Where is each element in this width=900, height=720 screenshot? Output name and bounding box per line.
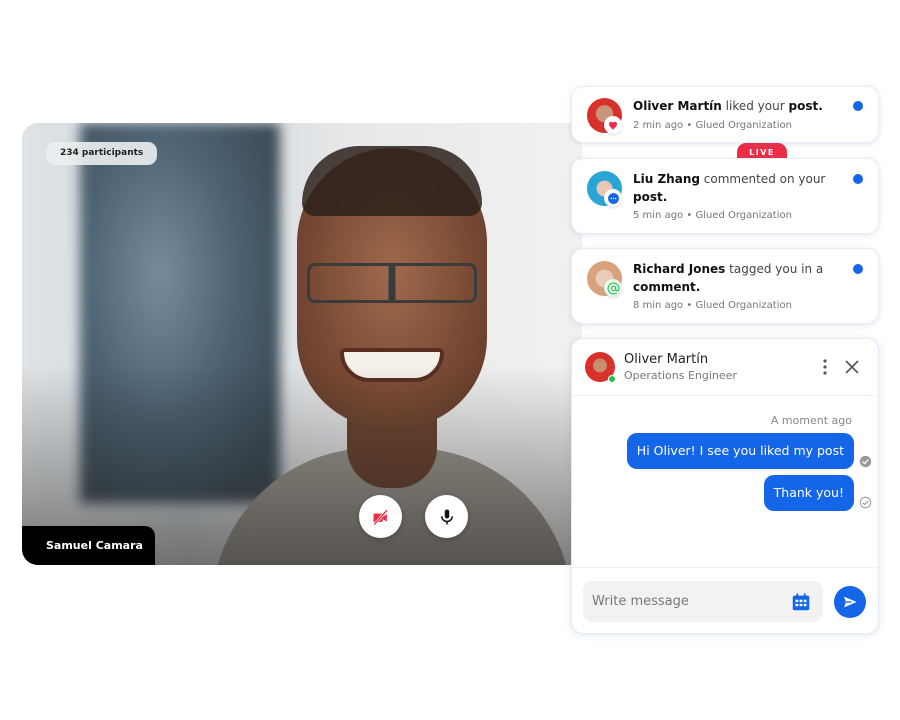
- close-chat-button[interactable]: [842, 357, 862, 377]
- toggle-camera-button[interactable]: [359, 495, 402, 538]
- notification-meta: 5 min ago • Glued Organization: [633, 210, 792, 221]
- speaker-name-tag: Samuel Camara: [22, 526, 155, 565]
- notification-text: Liu Zhang commented on your post.: [633, 172, 826, 204]
- notification-meta: 2 min ago • Glued Organization: [633, 120, 792, 131]
- toggle-microphone-button[interactable]: [425, 495, 468, 538]
- chat-footer: [572, 567, 878, 633]
- notification-item[interactable]: Liu Zhang commented on your post. 5 min …: [571, 158, 879, 234]
- send-icon: [844, 596, 857, 608]
- comment-icon: [607, 192, 619, 204]
- heart-icon: [609, 121, 617, 130]
- chat-contact-role: Operations Engineer: [624, 369, 737, 382]
- chat-window: Oliver Martín Operations Engineer A mome…: [571, 338, 879, 634]
- participants-count-badge: 234 participants: [46, 142, 158, 165]
- notification-item[interactable]: Oliver Martín liked your post. 2 min ago…: [571, 86, 879, 143]
- calendar-icon: [792, 593, 810, 611]
- unread-indicator: [853, 264, 863, 274]
- send-message-button[interactable]: [834, 586, 866, 618]
- chat-header: Oliver Martín Operations Engineer: [572, 339, 878, 396]
- video-call-panel: 234 participants Samuel Camara: [22, 123, 582, 565]
- message-bubble: Thank you!: [763, 475, 854, 511]
- microphone-icon: [440, 509, 453, 524]
- message-bubble: Hi Oliver! I see you liked my post: [626, 433, 854, 469]
- camera-off-icon: [372, 508, 388, 525]
- notification-text: Oliver Martín liked your post.: [633, 99, 823, 113]
- online-status-indicator: [608, 375, 616, 383]
- more-vertical-icon: [823, 359, 827, 375]
- close-icon: [845, 360, 859, 374]
- at-mention-icon: [607, 282, 619, 294]
- unread-indicator: [853, 174, 863, 184]
- calendar-button[interactable]: [790, 591, 812, 613]
- sent-check-icon: [859, 496, 872, 509]
- more-options-button[interactable]: [815, 357, 835, 377]
- read-check-icon: [859, 455, 872, 468]
- notification-meta: 8 min ago • Glued Organization: [633, 300, 792, 311]
- notification-item[interactable]: Richard Jones tagged you in a comment. 8…: [571, 248, 879, 324]
- notification-text: Richard Jones tagged you in a comment.: [633, 262, 824, 294]
- unread-indicator: [853, 101, 863, 111]
- message-timestamp: A moment ago: [770, 414, 852, 427]
- chat-contact-name: Oliver Martín: [624, 352, 709, 367]
- message-input[interactable]: [583, 581, 823, 622]
